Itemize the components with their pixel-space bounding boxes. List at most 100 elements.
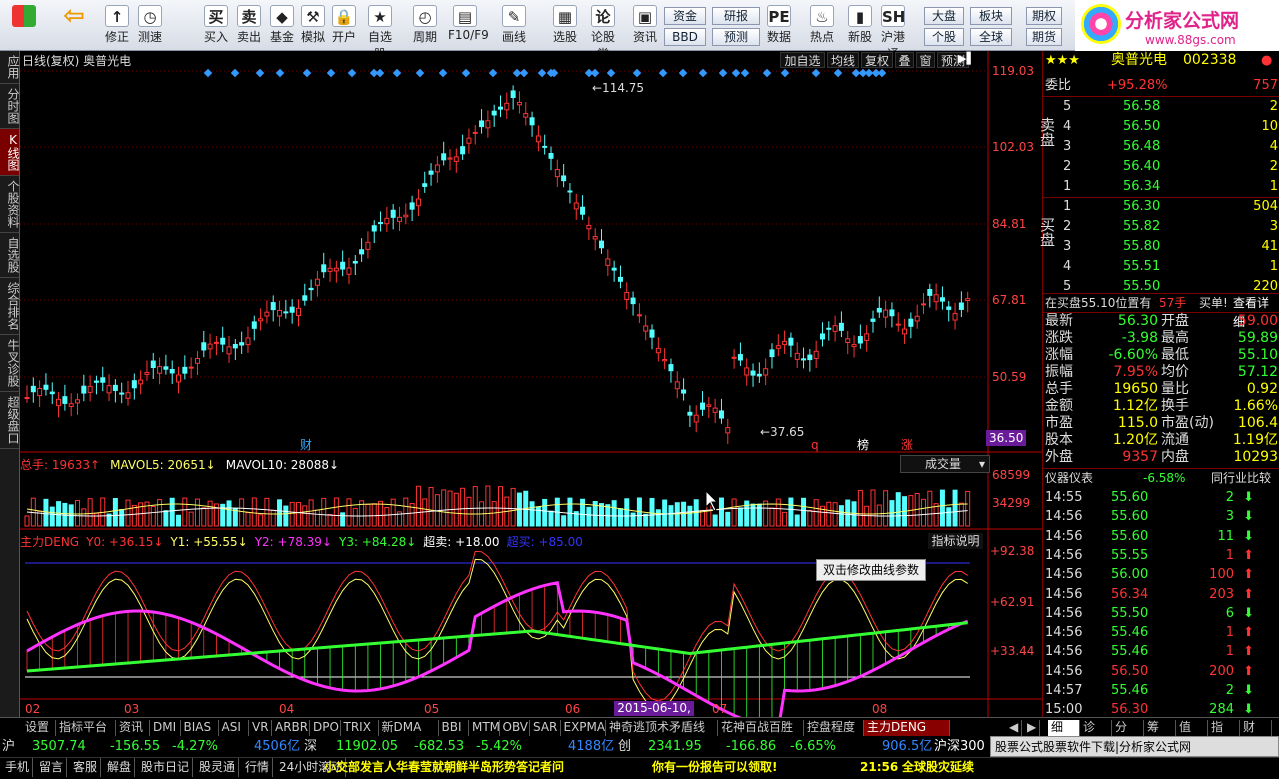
indicator-tab-12[interactable]: MTM xyxy=(469,720,500,736)
leftnav-item-5[interactable]: 综合排名 xyxy=(0,278,20,335)
status-item-2[interactable]: 客服 xyxy=(70,758,102,777)
logo-url: www.88gs.com xyxy=(1145,33,1236,47)
toolbar-button-6[interactable]: 🔒 开户 xyxy=(327,3,361,49)
quote-bottom-tab-3[interactable]: 筹 xyxy=(1144,720,1176,736)
status-item-4[interactable]: 股市日记 xyxy=(138,758,194,777)
toolbar-button-12[interactable]: 论论股堂 xyxy=(586,3,620,61)
leftnav-item-7[interactable]: 超级盘口 xyxy=(0,392,20,449)
indicator-tab-11[interactable]: BBI xyxy=(439,720,469,736)
toolbar-button-9[interactable]: ▤ F10/F9 xyxy=(448,3,489,49)
quote-bottom-tab-6[interactable]: 财 xyxy=(1240,720,1272,736)
status-item-1[interactable]: 留言 xyxy=(36,758,68,777)
indicator-tab-1[interactable]: 指标平台 xyxy=(56,720,116,736)
news-headline[interactable]: 全球股灾延续 xyxy=(902,758,974,777)
tab-scroll-left-icon[interactable]: ◀ xyxy=(1006,720,1022,736)
status-item-3[interactable]: 解盘 xyxy=(104,758,136,777)
quote-bottom-tab-5[interactable]: 指 xyxy=(1208,720,1240,736)
chart-header-button-2[interactable]: 复权 xyxy=(861,52,893,68)
quote-bottom-tab-1[interactable]: 诊 xyxy=(1080,720,1112,736)
chart-header-button-1[interactable]: 均线 xyxy=(827,52,859,68)
leftnav-item-1[interactable]: 分时图 xyxy=(0,84,20,129)
chart-header-button-4[interactable]: 窗 xyxy=(916,52,935,68)
indicator-tab-8[interactable]: DPO xyxy=(310,720,341,736)
toolbar-small-5[interactable]: 板块 xyxy=(970,7,1012,25)
toolbar-small-4[interactable]: 大盘 xyxy=(924,7,964,25)
volume-dropdown[interactable]: 成交量 ▾ xyxy=(900,455,990,473)
indicator-tab-18[interactable]: 控盘程度 xyxy=(804,720,864,736)
peer-compare-tab[interactable]: 同行业比较 xyxy=(1211,469,1271,488)
candle-body xyxy=(169,368,175,374)
leftnav-item-3[interactable]: 个股资料 xyxy=(0,176,20,233)
toolbar-button-15[interactable]: ♨ 热点 xyxy=(805,3,839,49)
volume-bar xyxy=(895,492,901,527)
volume-bar xyxy=(472,486,478,527)
toolbar-button-10[interactable]: ✎ 画线 xyxy=(497,3,531,49)
industry-tab[interactable]: 仪器仪表 xyxy=(1045,469,1093,488)
candle-body xyxy=(68,403,74,407)
indicator-tab-15[interactable]: EXPMA xyxy=(561,720,606,736)
toolbar-button-7[interactable]: ★自选股 xyxy=(363,3,397,61)
indicator-tab-17[interactable]: 花神百战百胜 xyxy=(718,720,804,736)
toolbar-small-7[interactable]: 个股 xyxy=(924,28,964,46)
leftnav-item-2[interactable]: K线图 xyxy=(0,129,20,176)
tab-scroll-right-icon[interactable]: ▶ xyxy=(1024,720,1040,736)
indicator-help-button[interactable]: 指标说明 xyxy=(928,533,983,549)
toolbar-button-16[interactable]: ▮ 新股 xyxy=(843,3,877,49)
toolbar-small-0[interactable]: 资金 xyxy=(664,7,706,25)
chart-header-button-0[interactable]: 加自选 xyxy=(780,52,825,68)
windows-icon[interactable] xyxy=(4,3,44,49)
volume-bar xyxy=(43,498,49,527)
indicator-tab-4[interactable]: BIAS xyxy=(181,720,219,736)
indicator-tab-10[interactable]: 新DMA xyxy=(379,720,439,736)
toolbar-button-4[interactable]: ◆ 基金 xyxy=(265,3,299,49)
leftnav-item-6[interactable]: 牛叉诊股 xyxy=(0,335,20,392)
leftnav-item-4[interactable]: 自选股 xyxy=(0,233,20,278)
toolbar-button-0[interactable]: ↑ 修正 xyxy=(100,3,134,49)
toolbar-small-6[interactable]: 期权 xyxy=(1026,7,1062,25)
indicator-tab-7[interactable]: ARBR xyxy=(272,720,310,736)
quote-bottom-tab-2[interactable]: 分 xyxy=(1112,720,1144,736)
indicator-tab-9[interactable]: TRIX xyxy=(341,720,379,736)
leftnav-item-0[interactable]: 应用 xyxy=(0,51,20,84)
indicator-tab-16[interactable]: 神奇逃顶术矛盾线 xyxy=(606,720,718,736)
kline-chart-area[interactable]: 119.03 102.03 84.81 67.81 50.59 ←114.75 ←37.65… xyxy=(20,51,1042,730)
toolbar-small-9[interactable]: 期货 xyxy=(1026,28,1062,46)
toolbar-small-2[interactable]: BBD xyxy=(664,28,706,46)
indicator-tab-3[interactable]: DMI xyxy=(150,720,181,736)
indicator-tab-13[interactable]: OBV xyxy=(500,720,530,736)
volume-bar xyxy=(346,498,352,527)
indicator-tab-0[interactable]: 设置 xyxy=(22,720,56,736)
arrow-right-icon[interactable]: ▶▌ xyxy=(958,52,975,68)
quote-bottom-tab-0[interactable]: 细 xyxy=(1048,720,1080,736)
toolbar-button-2[interactable]: 买买入 xyxy=(199,3,233,49)
info-icon[interactable]: ● xyxy=(1261,51,1272,70)
volume-bar xyxy=(965,490,971,527)
toolbar-button-13[interactable]: ▣ 资讯 xyxy=(628,3,662,49)
report-notice[interactable]: 你有一份报告可以领取! xyxy=(652,758,777,777)
chart-header-button-3[interactable]: 叠 xyxy=(895,52,914,68)
candle-body xyxy=(895,323,901,326)
indicator-tab-6[interactable]: VR xyxy=(249,720,272,736)
indicator-tab-19[interactable]: 主力DENG xyxy=(864,720,950,736)
toolbar-button-3[interactable]: 卖卖出 xyxy=(232,3,266,49)
toolbar-button-17[interactable]: SH沪港通 xyxy=(876,3,910,61)
status-item-6[interactable]: 行情 xyxy=(242,758,274,777)
toolbar-button-11[interactable]: ▦ 选股 xyxy=(548,3,582,49)
indicator-tab-5[interactable]: ASI xyxy=(219,720,249,736)
news-ticker[interactable]: 小交部发言人华春莹就朝鲜半岛形势答记者问 xyxy=(324,758,564,777)
candle-body xyxy=(314,278,320,286)
indicator-tab-14[interactable]: SAR xyxy=(530,720,561,736)
ad-banner[interactable]: 股票公式股票软件下载|分析家公式网www.88gs.com xyxy=(990,736,1279,775)
toolbar-button-8[interactable]: ◴ 周期 xyxy=(408,3,442,49)
quote-bottom-tab-4[interactable]: 值 xyxy=(1176,720,1208,736)
indicator-tab-2[interactable]: 资讯 xyxy=(116,720,150,736)
toolbar-button-1[interactable]: ◷ 测速 xyxy=(133,3,167,49)
status-item-5[interactable]: 股灵通 xyxy=(196,758,240,777)
status-item-0[interactable]: 手机 xyxy=(2,758,34,777)
back-arrow-icon[interactable]: ⇦ xyxy=(56,3,92,49)
toolbar-small-8[interactable]: 全球 xyxy=(970,28,1012,46)
toolbar-small-3[interactable]: 预测 xyxy=(712,28,760,46)
toolbar-button-14[interactable]: PE 数据 xyxy=(762,3,796,49)
toolbar-button-5[interactable]: ⚒ 模拟 xyxy=(296,3,330,49)
toolbar-small-1[interactable]: 研报 xyxy=(712,7,760,25)
